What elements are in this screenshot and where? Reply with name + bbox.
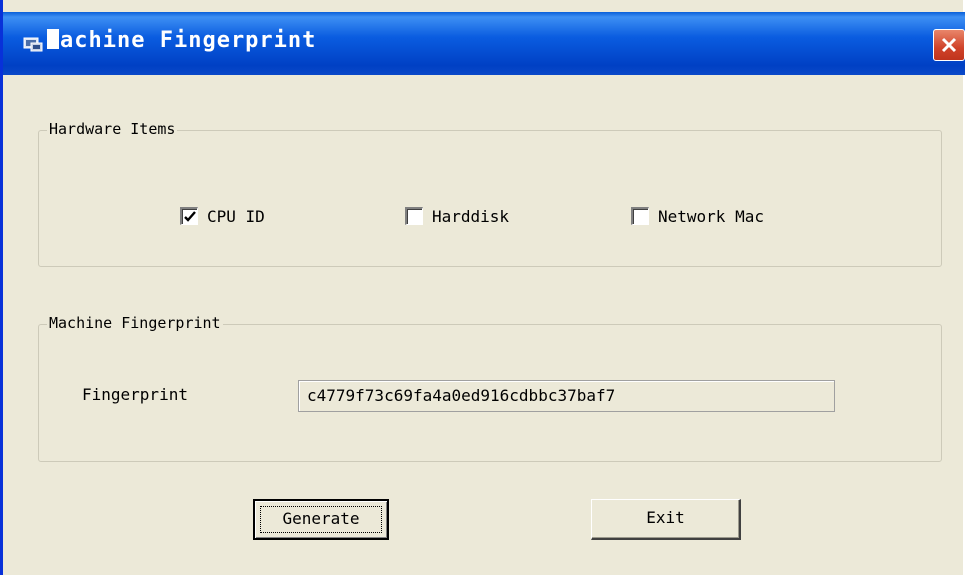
app-icon <box>23 37 43 52</box>
network-mac-checkbox-box[interactable] <box>631 207 649 225</box>
window-title: achine Fingerprint <box>47 28 316 53</box>
cpu-id-label: CPU ID <box>207 206 265 226</box>
machine-fingerprint-window: achine Fingerprint Hardware Items CPU ID… <box>0 0 965 575</box>
machine-fingerprint-legend: Machine Fingerprint <box>47 314 223 332</box>
title-bar[interactable]: achine Fingerprint <box>3 12 965 75</box>
close-button[interactable] <box>933 29 965 61</box>
exit-button-label: Exit <box>646 508 685 527</box>
generate-button[interactable]: Generate <box>253 499 389 540</box>
network-mac-label: Network Mac <box>658 206 764 226</box>
network-mac-checkbox[interactable]: Network Mac <box>631 204 764 228</box>
title-first-letter-block <box>47 29 59 49</box>
hardware-items-legend: Hardware Items <box>47 120 178 138</box>
close-icon <box>941 37 957 53</box>
harddisk-checkbox-box[interactable] <box>405 207 423 225</box>
cpu-id-checkbox-box[interactable] <box>180 207 198 225</box>
harddisk-checkbox[interactable]: Harddisk <box>405 204 509 228</box>
cpu-id-checkbox[interactable]: CPU ID <box>180 204 265 228</box>
window-title-text: achine Fingerprint <box>60 28 317 53</box>
fingerprint-field[interactable]: c4779f73c69fa4a0ed916cdbbc37baf7 <box>298 380 835 412</box>
exit-button[interactable]: Exit <box>591 499 741 540</box>
hardware-items-group: Hardware Items <box>38 120 942 267</box>
checkmark-icon <box>184 211 196 222</box>
harddisk-label: Harddisk <box>432 206 510 226</box>
focus-indicator <box>260 506 382 533</box>
fingerprint-label: Fingerprint <box>82 385 188 404</box>
